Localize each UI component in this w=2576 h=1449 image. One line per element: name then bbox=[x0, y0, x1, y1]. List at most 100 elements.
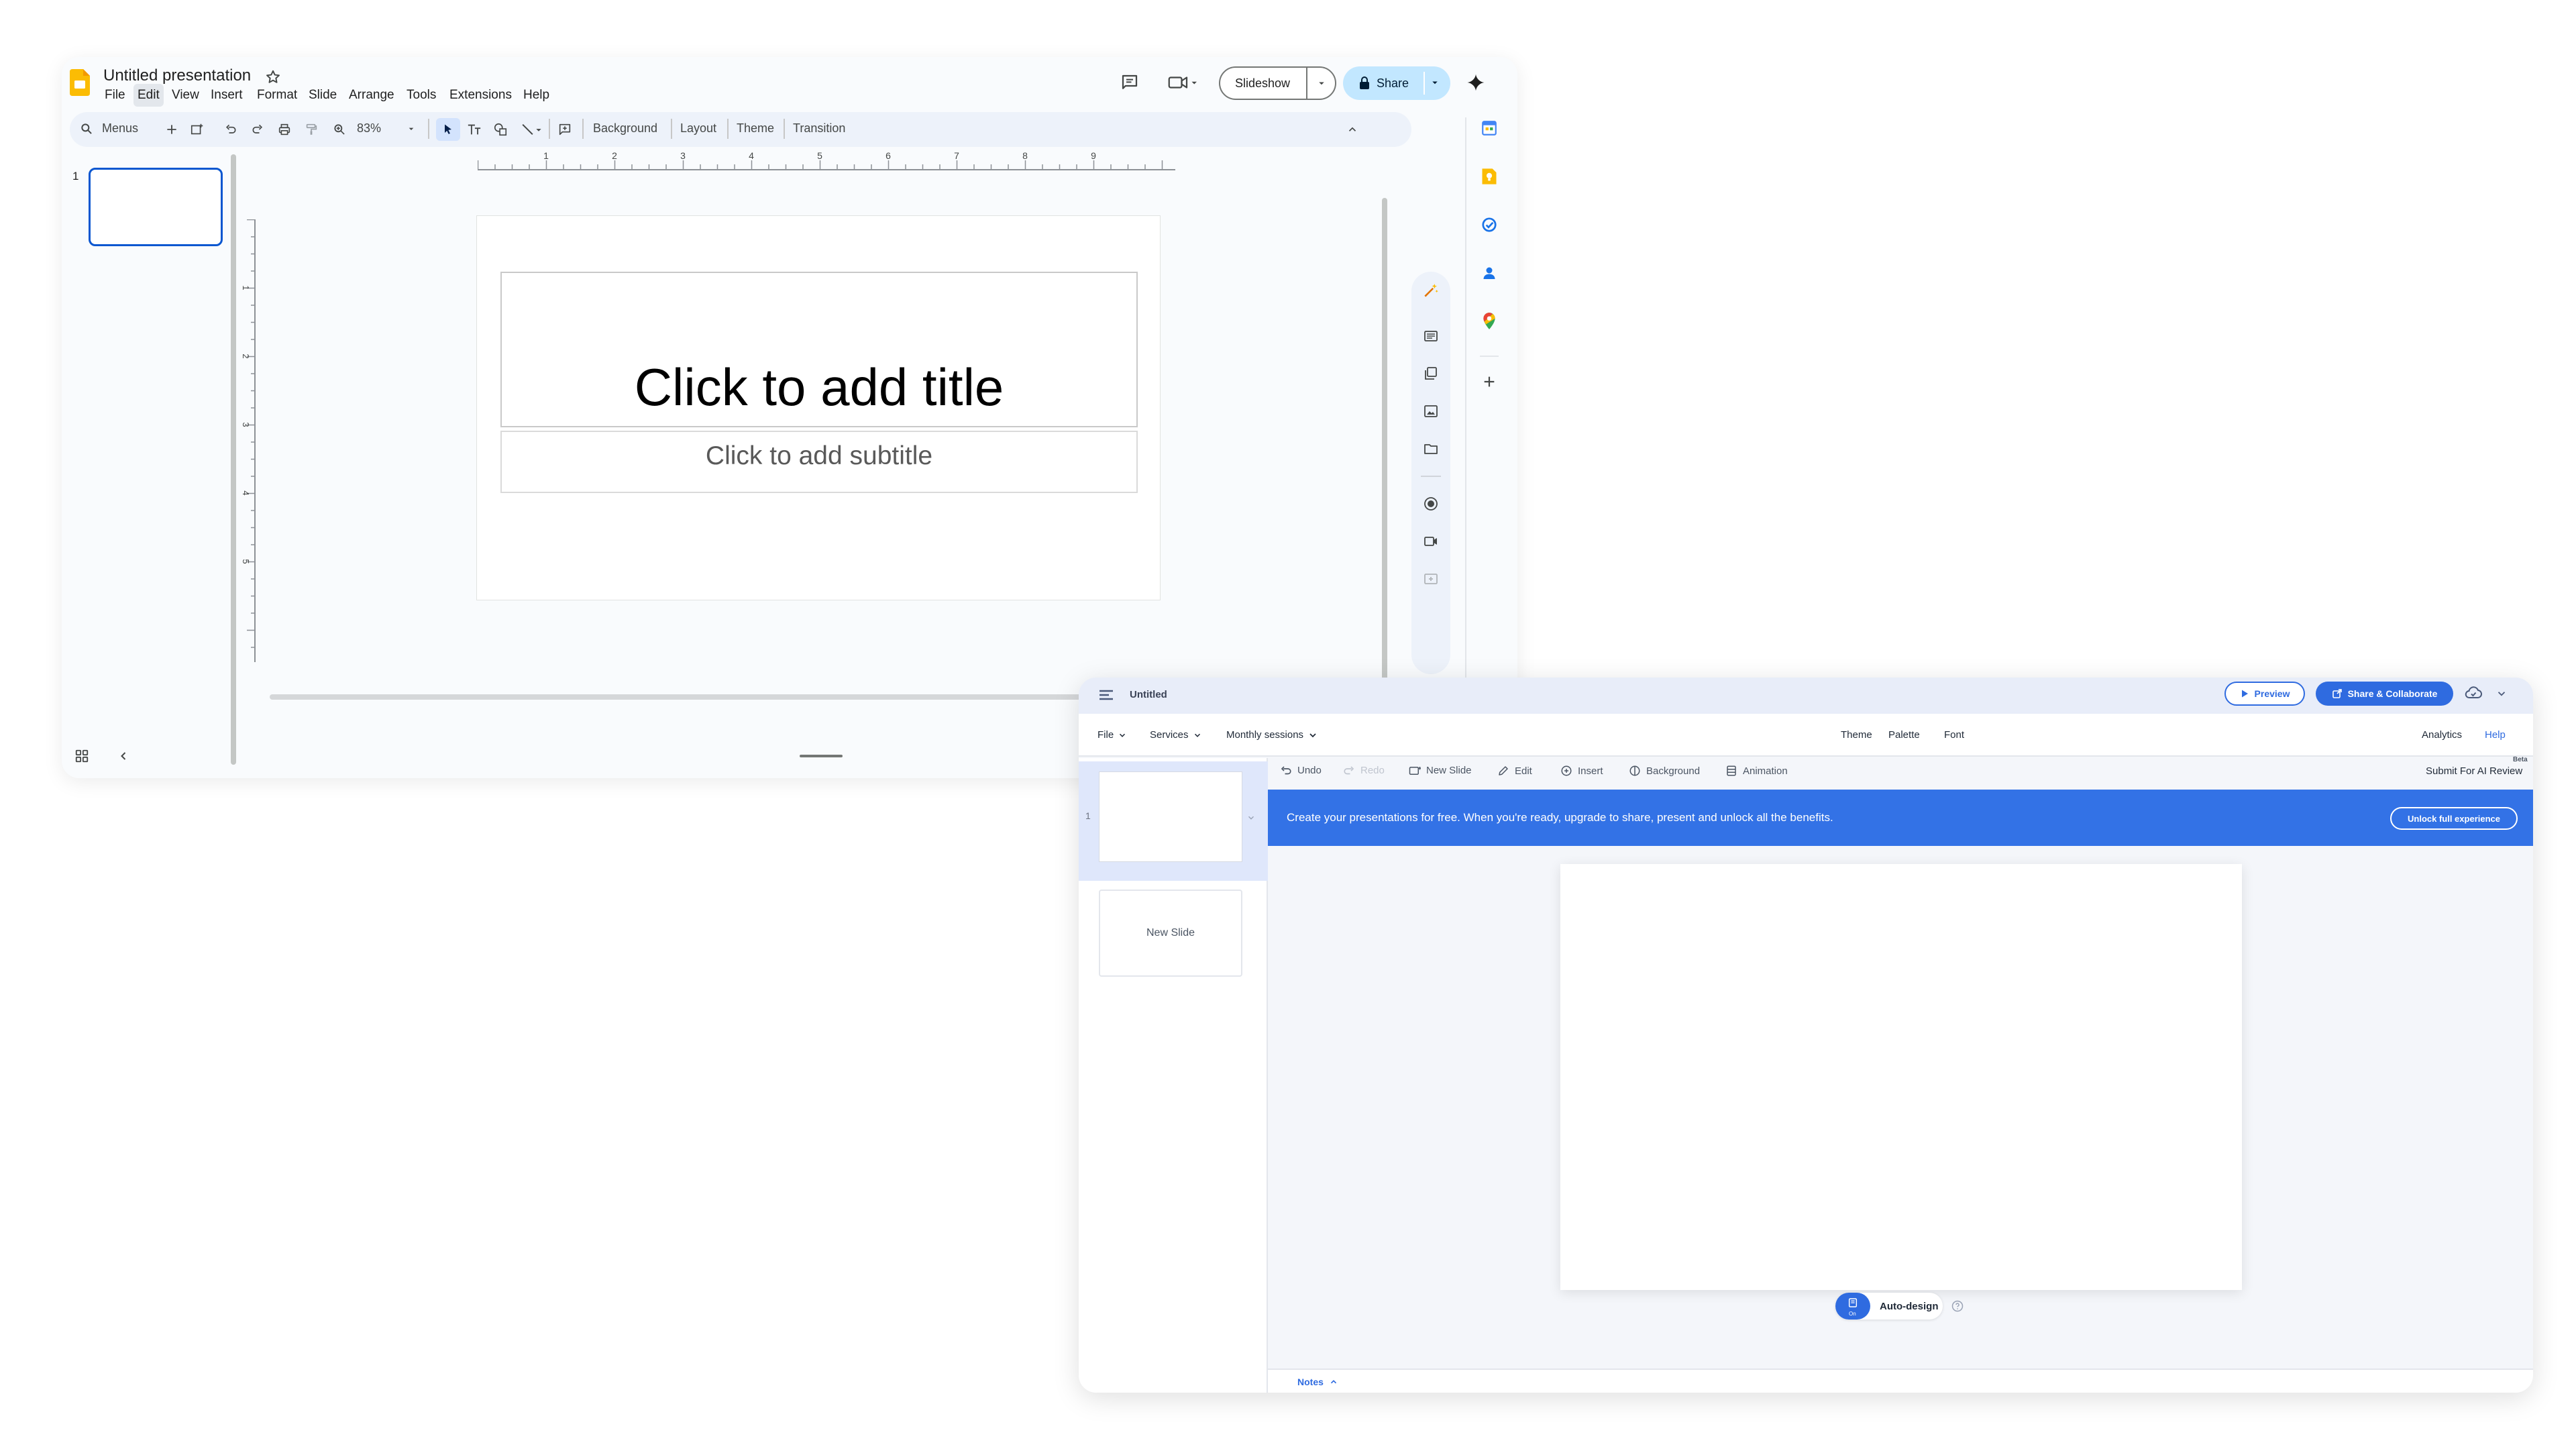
menu-file[interactable]: File bbox=[1097, 729, 1127, 741]
slideshow-button[interactable]: Slideshow bbox=[1219, 66, 1336, 100]
chevron-down-icon[interactable] bbox=[1316, 77, 1328, 89]
menu-tools[interactable]: Tools bbox=[407, 88, 436, 103]
toolbar-transition-button[interactable]: Transition bbox=[793, 121, 845, 136]
subtitle-placeholder-box[interactable]: Click to add subtitle bbox=[500, 431, 1138, 493]
gemini-icon[interactable] bbox=[1461, 68, 1491, 97]
keep-notes-icon[interactable] bbox=[1474, 162, 1504, 191]
preview-button[interactable]: Preview bbox=[2224, 682, 2305, 706]
undo-button[interactable]: Undo bbox=[1280, 765, 1322, 776]
slide-panel-number: 1 bbox=[1085, 810, 1091, 821]
insert-button[interactable]: Insert bbox=[1560, 765, 1603, 777]
redo-icon[interactable] bbox=[248, 120, 267, 139]
menu-theme[interactable]: Theme bbox=[1841, 729, 1872, 741]
copy-slide-icon[interactable] bbox=[1416, 359, 1446, 388]
magic-wand-icon[interactable] bbox=[1416, 276, 1446, 305]
text-box-icon[interactable] bbox=[464, 120, 484, 139]
maps-icon[interactable] bbox=[1474, 307, 1504, 336]
line-icon[interactable] bbox=[518, 120, 545, 139]
folder-icon[interactable] bbox=[1416, 434, 1446, 464]
image-insert-icon[interactable] bbox=[1416, 396, 1446, 426]
new-slide-card[interactable]: New Slide bbox=[1099, 890, 1242, 977]
menu-insert[interactable]: Insert bbox=[211, 88, 243, 103]
notes-toggle[interactable]: Notes bbox=[1297, 1377, 1338, 1387]
toolbar-theme-button[interactable]: Theme bbox=[737, 121, 774, 136]
hamburger-menu-icon[interactable] bbox=[1097, 687, 1116, 704]
main-slide-canvas[interactable] bbox=[1560, 864, 2242, 1290]
share-button[interactable]: Share bbox=[1343, 66, 1450, 100]
title-placeholder-box[interactable]: Click to add title bbox=[500, 272, 1138, 427]
ruler-number: 7 bbox=[954, 151, 959, 161]
calendar-icon[interactable] bbox=[1474, 113, 1504, 143]
canvas-vertical-scrollbar[interactable] bbox=[1382, 198, 1387, 745]
add-comment-icon[interactable] bbox=[555, 120, 574, 139]
help-circle-icon[interactable] bbox=[1951, 1299, 1966, 1314]
undo-icon[interactable] bbox=[221, 120, 240, 139]
background-button[interactable]: Background bbox=[1629, 765, 1700, 777]
menu-view[interactable]: View bbox=[172, 88, 199, 103]
share-collaborate-button[interactable]: Share & Collaborate bbox=[2316, 682, 2453, 706]
record-icon[interactable] bbox=[1416, 489, 1446, 519]
auto-design-toggle[interactable]: On Auto-design bbox=[1835, 1293, 1943, 1320]
grid-view-icon[interactable] bbox=[67, 741, 97, 771]
layout-grid-icon[interactable] bbox=[1416, 321, 1446, 351]
chevron-down-icon[interactable] bbox=[1429, 76, 1441, 89]
filmstrip-slide-thumbnail[interactable] bbox=[89, 168, 223, 246]
thumbnail-chevron-down-icon[interactable] bbox=[1246, 813, 1257, 824]
menu-format[interactable]: Format bbox=[257, 88, 297, 103]
new-slide-layout-icon[interactable] bbox=[188, 120, 207, 139]
menu-palette[interactable]: Palette bbox=[1888, 729, 1920, 741]
search-menus-label[interactable]: Menus bbox=[102, 121, 138, 136]
menu-analytics[interactable]: Analytics bbox=[2422, 729, 2462, 741]
toolbar-background-button[interactable]: Background bbox=[593, 121, 657, 136]
cloud-save-icon[interactable] bbox=[2465, 686, 2483, 702]
canvas-horizontal-scrollbar[interactable] bbox=[270, 694, 1209, 700]
comments-icon[interactable] bbox=[1115, 68, 1144, 97]
menu-font[interactable]: Font bbox=[1944, 729, 1964, 741]
redo-label: Redo bbox=[1360, 765, 1385, 776]
menu-help[interactable]: Help bbox=[2485, 729, 2506, 741]
menu-monthly-sessions[interactable]: Monthly sessions bbox=[1226, 729, 1318, 741]
zoom-icon[interactable] bbox=[330, 120, 349, 139]
shape-icon[interactable] bbox=[491, 120, 510, 139]
speaker-notes-drag-handle[interactable] bbox=[800, 755, 843, 757]
edit-button[interactable]: Edit bbox=[1497, 765, 1532, 777]
collapse-chevron-up-icon[interactable] bbox=[1343, 120, 1362, 139]
new-slide-plus-icon[interactable] bbox=[162, 120, 181, 139]
zoom-chevron-down-icon[interactable] bbox=[404, 121, 419, 136]
slide-canvas[interactable]: Click to add title Click to add subtitle bbox=[476, 215, 1161, 600]
menu-services[interactable]: Services bbox=[1150, 729, 1202, 741]
paint-format-icon[interactable] bbox=[302, 120, 321, 139]
slides-app-icon[interactable] bbox=[70, 69, 90, 96]
menu-help[interactable]: Help bbox=[523, 88, 549, 103]
unlock-full-experience-button[interactable]: Unlock full experience bbox=[2390, 807, 2518, 830]
menu-extensions[interactable]: Extensions bbox=[449, 88, 512, 103]
slide-thumbnail-1[interactable] bbox=[1099, 771, 1242, 862]
new-slide-button[interactable]: New Slide bbox=[1409, 765, 1472, 776]
doc-title[interactable]: Untitled presentation bbox=[103, 66, 251, 85]
add-to-slide-icon[interactable] bbox=[1416, 564, 1446, 594]
submit-ai-review-button[interactable]: Submit For AI Review bbox=[2426, 765, 2522, 777]
redo-button[interactable]: Redo bbox=[1343, 765, 1385, 776]
menu-file[interactable]: File bbox=[105, 88, 125, 103]
collapse-filmstrip-chevron-left-icon[interactable] bbox=[109, 741, 138, 771]
print-icon[interactable] bbox=[275, 120, 294, 139]
toolbar-layout-button[interactable]: Layout bbox=[680, 121, 716, 136]
animation-button[interactable]: Animation bbox=[1725, 765, 1788, 777]
meet-video-icon[interactable] bbox=[1162, 68, 1205, 97]
menu-arrange[interactable]: Arrange bbox=[349, 88, 394, 103]
search-icon[interactable] bbox=[78, 120, 95, 138]
video-camera-icon[interactable] bbox=[1416, 527, 1446, 556]
auto-design-switch[interactable]: On bbox=[1835, 1293, 1870, 1320]
tasks-icon[interactable] bbox=[1474, 210, 1504, 239]
account-chevron-down-icon[interactable] bbox=[2496, 688, 2509, 701]
editor-doc-title[interactable]: Untitled bbox=[1130, 689, 1167, 700]
lock-icon bbox=[1358, 76, 1371, 91]
select-cursor-icon[interactable] bbox=[436, 118, 460, 141]
filmstrip-scrollbar[interactable] bbox=[231, 154, 236, 765]
contacts-icon[interactable] bbox=[1474, 258, 1504, 288]
menu-edit[interactable]: Edit bbox=[133, 84, 164, 107]
menu-slide[interactable]: Slide bbox=[309, 88, 337, 103]
zoom-value[interactable]: 83% bbox=[357, 121, 381, 136]
get-addons-plus-icon[interactable] bbox=[1474, 367, 1504, 396]
star-icon[interactable] bbox=[264, 68, 282, 86]
